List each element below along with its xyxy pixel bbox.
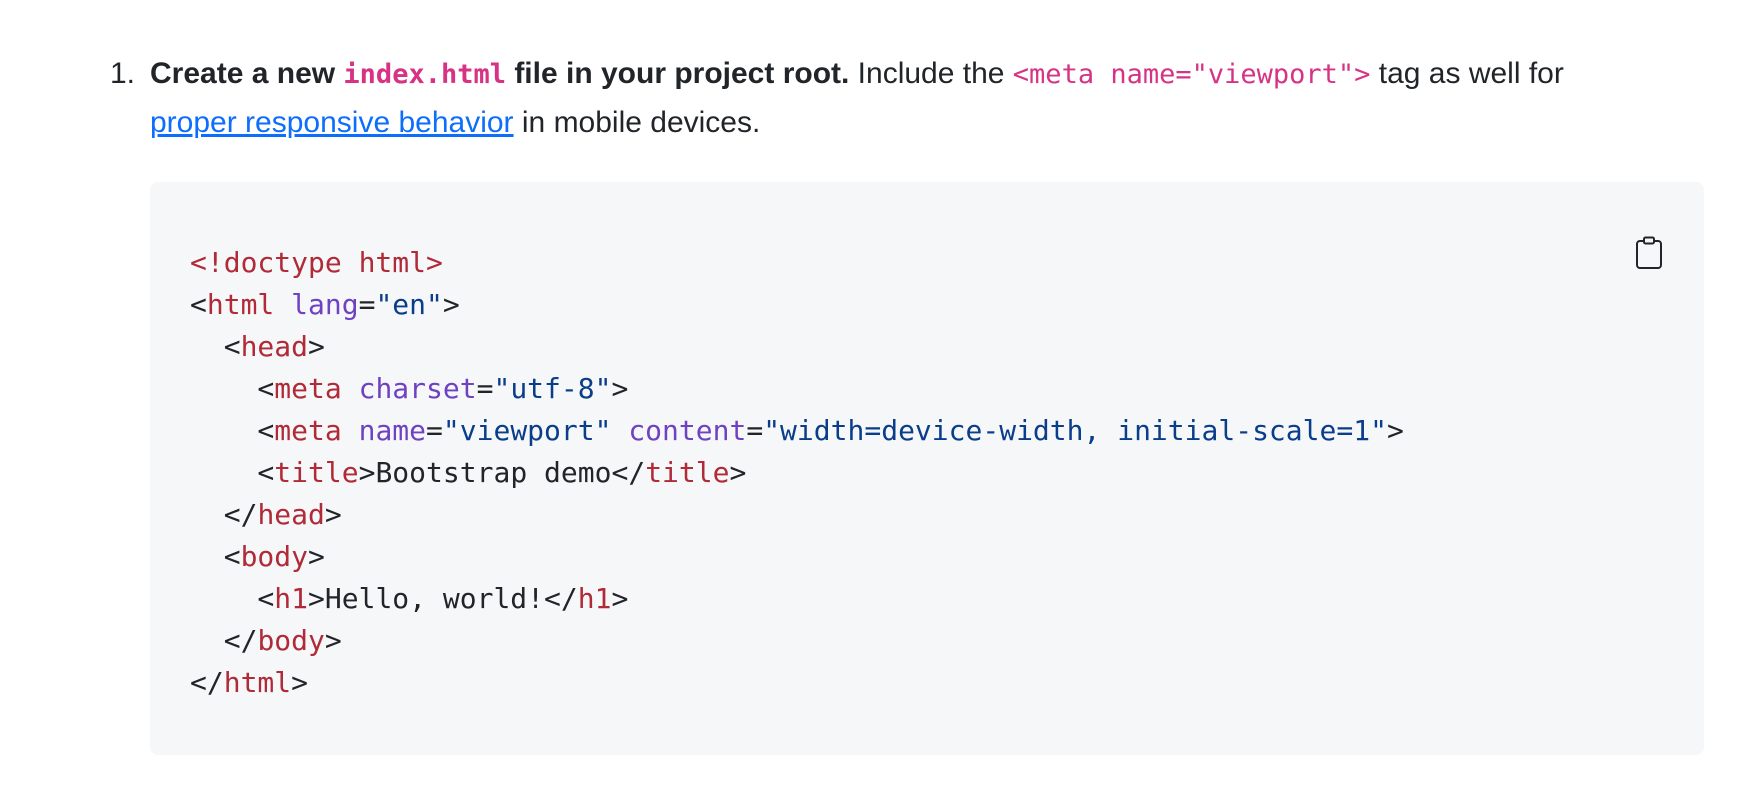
code-token-punc: < <box>190 582 275 615</box>
code-token-punc: </ <box>190 666 224 699</box>
step-text-1: Include the <box>849 57 1013 90</box>
meta-inline-code: <meta name="viewport"> <box>1012 59 1371 90</box>
code-token-punc: < <box>190 540 241 573</box>
code-token-tag: body <box>257 624 325 657</box>
code-token-tag: h1 <box>577 582 612 615</box>
step-lead-bold-2: file in your project root. <box>505 57 850 90</box>
code-token-punc: = <box>426 414 443 447</box>
code-token-attr: name <box>358 414 427 447</box>
code-token-punc <box>342 414 359 447</box>
code-token-punc: </ <box>190 498 258 531</box>
code-token-punc: < <box>190 372 275 405</box>
code-token-punc: </ <box>544 582 578 615</box>
code-token-tag: head <box>240 330 309 363</box>
code-token-punc: < <box>190 456 275 489</box>
code-token-punc: > <box>611 372 629 405</box>
clipboard-icon[interactable] <box>1634 236 1664 275</box>
code-token-punc: > <box>291 666 309 699</box>
code-content: <!doctype html> <html lang="en"> <head> <… <box>190 242 1404 704</box>
code-token-tag: head <box>257 498 325 531</box>
filename-inline-code: index.html <box>343 59 506 90</box>
code-token-punc: = <box>358 288 376 321</box>
code-token-text: Hello, world! <box>324 582 545 615</box>
code-token-punc: < <box>190 414 275 447</box>
copy-button[interactable] <box>1632 236 1666 275</box>
code-token-punc: = <box>746 414 764 447</box>
code-token-tag: meta <box>274 372 342 405</box>
code-line: <html lang="en"> <box>190 284 1404 326</box>
code-token-attr: content <box>628 414 747 447</box>
code-line: <h1>Hello, world!</h1> <box>190 578 1404 620</box>
code-token-str: "width=device-width, initial-scale=1" <box>763 414 1387 447</box>
code-token-punc: < <box>190 288 207 321</box>
step-text-2: tag as well for <box>1370 57 1564 90</box>
code-token-punc: > <box>308 540 325 573</box>
code-token-tag: title <box>274 456 359 489</box>
code-token-tag: h1 <box>274 582 309 615</box>
step-number: 1. <box>110 57 136 90</box>
code-token-punc: > <box>324 498 342 531</box>
step-1: 1. Create a new index.html file in your p… <box>110 50 1710 147</box>
code-line: </body> <box>190 620 1404 662</box>
code-token-tag: meta <box>274 414 342 447</box>
step-second-line: proper responsive behavior in mobile dev… <box>110 99 1710 147</box>
code-token-punc: > <box>308 330 325 363</box>
code-line: </html> <box>190 662 1404 704</box>
step-text-3: in mobile devices. <box>513 106 761 139</box>
code-token-punc: > <box>324 624 342 657</box>
code-token-punc <box>611 414 628 447</box>
code-token-punc: > <box>442 288 460 321</box>
code-token-tag: title <box>645 456 730 489</box>
code-line: <body> <box>190 536 1404 578</box>
code-token-str: "en" <box>375 288 443 321</box>
code-line: <meta name="viewport" content="width=dev… <box>190 410 1404 452</box>
code-line: </head> <box>190 494 1404 536</box>
code-token-punc <box>274 288 291 321</box>
code-token-tag: html <box>206 288 275 321</box>
step-first-line: 1. Create a new index.html file in your p… <box>110 50 1710 99</box>
code-block: <!doctype html> <html lang="en"> <head> <… <box>150 182 1704 755</box>
code-token-punc: < <box>190 330 241 363</box>
step-lead-bold-1: Create a new <box>150 57 344 90</box>
code-token-tag: html <box>223 666 292 699</box>
code-token-str: "utf-8" <box>493 372 612 405</box>
code-token-punc: > <box>729 456 747 489</box>
code-token-str: "viewport" <box>442 414 612 447</box>
code-token-punc: > <box>611 582 629 615</box>
code-token-punc: = <box>476 372 494 405</box>
code-token-text: Bootstrap demo <box>375 456 612 489</box>
code-token-punc: </ <box>611 456 646 489</box>
code-token-punc: > <box>308 582 325 615</box>
code-line: <head> <box>190 326 1404 368</box>
code-token-tag: <!doctype html> <box>190 246 443 279</box>
code-token-punc <box>342 372 359 405</box>
code-token-punc: > <box>1386 414 1404 447</box>
code-line: <title>Bootstrap demo</title> <box>190 452 1404 494</box>
code-token-punc: </ <box>190 624 258 657</box>
code-line: <!doctype html> <box>190 242 1404 284</box>
responsive-behavior-link[interactable]: proper responsive behavior <box>150 106 514 139</box>
code-token-punc: > <box>358 456 376 489</box>
code-token-attr: charset <box>358 372 477 405</box>
step-body: Create a new index.html file in your pro… <box>150 57 1564 90</box>
code-token-tag: body <box>240 540 309 573</box>
code-line: <meta charset="utf-8"> <box>190 368 1404 410</box>
code-token-attr: lang <box>291 288 359 321</box>
